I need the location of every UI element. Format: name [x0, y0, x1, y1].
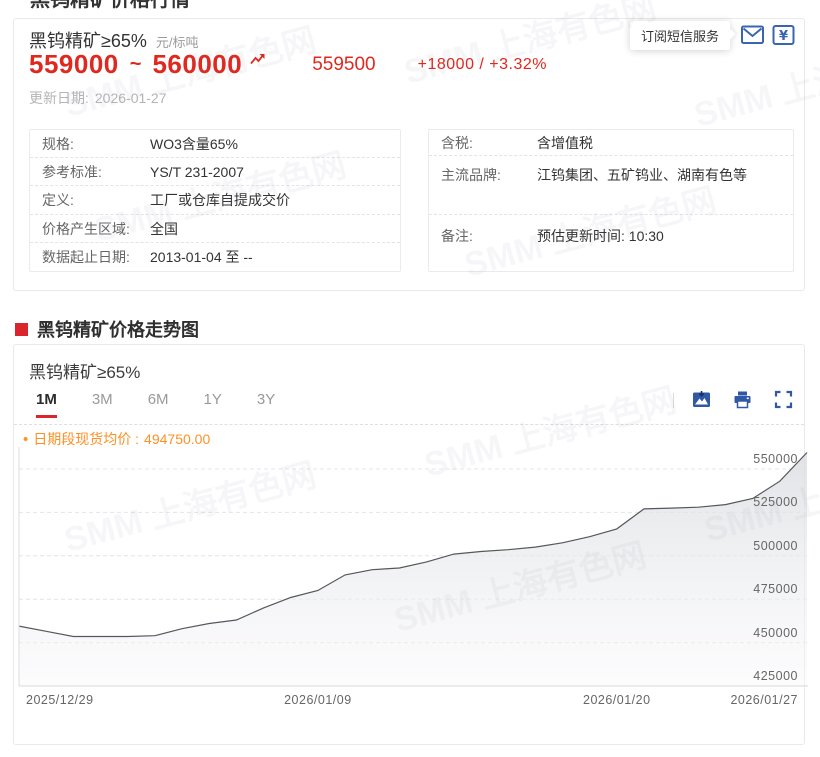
mail-icon[interactable]: [740, 24, 766, 46]
printer-icon[interactable]: [733, 390, 752, 409]
y-axis-label: 500000: [753, 539, 798, 553]
spec-label: 备注:: [441, 228, 537, 244]
price-change: +18000 / +3.32%: [418, 56, 547, 74]
chart-title: 黑钨精矿≥65%: [29, 358, 140, 383]
spec-row-standard: 参考标准: YS/T 231-2007: [30, 158, 400, 186]
y-axis-label: 450000: [753, 626, 798, 640]
period-average-value: 494750.00: [144, 431, 210, 447]
spec-row-date-range: 数据起止日期: 2013-01-04 至 --: [30, 243, 400, 271]
spec-label: 定义:: [42, 186, 150, 214]
tab-6m[interactable]: 6M: [148, 391, 169, 418]
price-trend-chart-card: 黑钨精矿≥65% 1M 3M 6M 1Y 3Y • 日期段现货均价 : 4947…: [13, 344, 805, 745]
section-title-text: 黑钨精矿价格走势图: [37, 316, 199, 342]
y-axis-label: 550000: [753, 452, 798, 466]
spec-row-spec: 规格: WO3含量65%: [30, 130, 400, 158]
spec-label: 数据起止日期:: [42, 243, 150, 271]
fullscreen-icon[interactable]: [774, 390, 793, 409]
spec-label: 主流品牌:: [441, 167, 537, 183]
spec-row-region: 价格产生区域: 全国: [30, 215, 400, 243]
yen-subscribe-icon[interactable]: ¥: [771, 24, 797, 46]
price-average: 559500: [312, 54, 375, 76]
chart-header-separator: [14, 424, 804, 425]
spec-value: YS/T 231-2007: [150, 158, 244, 186]
spec-row-tax: 含税: 含增值税: [429, 130, 793, 156]
price-low: 559000: [29, 49, 119, 80]
spec-label: 参考标准:: [42, 158, 150, 186]
spec-table-right: 含税: 含增值税 主流品牌: 江钨集团、五矿钨业、湖南有色等 备注: 预估更新时…: [428, 129, 794, 272]
update-date-label: 更新日期:: [29, 90, 89, 106]
tab-3y[interactable]: 3Y: [257, 391, 275, 418]
spec-table-left: 规格: WO3含量65% 参考标准: YS/T 231-2007 定义: 工厂或…: [29, 129, 401, 272]
spec-label: 规格:: [42, 130, 150, 158]
update-date-value: 2026-01-27: [95, 90, 167, 106]
orange-dot-icon: •: [23, 431, 28, 448]
tab-3m[interactable]: 3M: [92, 391, 113, 418]
page-title-clipped: 黑钨精矿价格行情: [30, 0, 330, 9]
period-average-row: • 日期段现货均价 : 494750.00: [23, 429, 210, 449]
price-high: 560000: [152, 49, 242, 80]
spec-value: WO3含量65%: [150, 130, 238, 158]
x-axis-label: 2026/01/20: [572, 693, 662, 707]
spec-row-note: 备注: 预估更新时间: 10:30: [429, 215, 793, 271]
x-axis-label: 2026/01/27: [730, 693, 798, 707]
price-summary-card: 黑钨精矿≥65% 元/标吨 订阅短信服务 ¥ 559000 ~ 560000 5…: [13, 18, 805, 291]
price-up-trend-icon: [250, 52, 266, 70]
spec-value: 全国: [150, 215, 178, 243]
red-square-bullet-icon: [15, 323, 28, 336]
sms-subscribe-tooltip: 订阅短信服务: [630, 21, 730, 50]
section-title: 黑钨精矿价格走势图: [15, 316, 199, 342]
y-axis-label: 475000: [753, 582, 798, 596]
x-axis-label: 2026/01/09: [273, 693, 363, 707]
spec-label: 价格产生区域:: [42, 215, 150, 243]
spec-value: 江钨集团、五矿钨业、湖南有色等: [537, 167, 747, 183]
y-axis-label: 525000: [753, 495, 798, 509]
period-average-label: 日期段现货均价 :: [33, 429, 139, 449]
spec-value: 预估更新时间: 10:30: [537, 228, 664, 244]
spec-value: 2013-01-04 至 --: [150, 243, 253, 271]
spec-label: 含税:: [441, 130, 537, 156]
price-tilde: ~: [130, 53, 142, 76]
range-tabs: 1M 3M 6M 1Y 3Y: [36, 391, 310, 418]
svg-text:¥: ¥: [779, 29, 788, 44]
update-date-row: 更新日期: 2026-01-27: [29, 88, 167, 108]
spec-value: 含增值税: [537, 130, 593, 156]
chart-plot-area[interactable]: 425000 450000 475000 500000 525000 550000 202…: [18, 447, 808, 715]
spec-row-brands: 主流品牌: 江钨集团、五矿钨业、湖南有色等: [429, 156, 793, 215]
x-axis-label: 2025/12/29: [26, 693, 94, 707]
spec-row-definition: 定义: 工厂或仓库自提成交价: [30, 186, 400, 214]
toolbar-divider: [673, 393, 674, 408]
spec-value: 工厂或仓库自提成交价: [150, 186, 290, 214]
y-axis-label: 425000: [753, 669, 798, 683]
save-image-icon[interactable]: [692, 390, 711, 409]
tab-1y[interactable]: 1Y: [204, 391, 222, 418]
tab-1m[interactable]: 1M: [36, 391, 57, 418]
